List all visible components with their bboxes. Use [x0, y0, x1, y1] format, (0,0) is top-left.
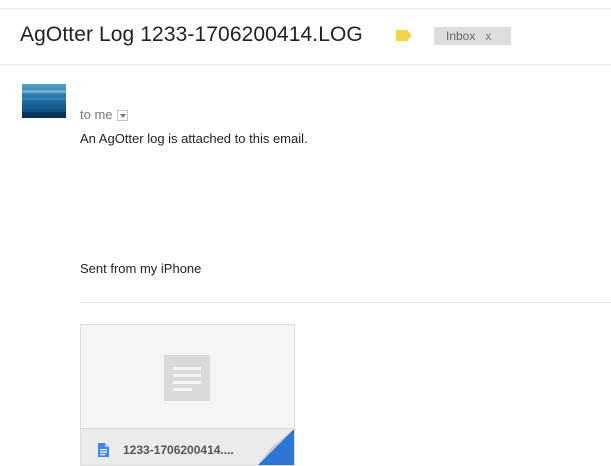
chevron-down-icon[interactable] — [116, 110, 128, 121]
email-body-text: An AgOtter log is attached to this email… — [80, 131, 308, 146]
remove-label-button[interactable]: x — [485, 29, 491, 43]
document-icon — [98, 443, 109, 457]
sender-avatar[interactable] — [22, 84, 66, 118]
document-preview-icon — [164, 355, 210, 401]
inbox-label-chip: Inbox x — [434, 27, 511, 45]
attachment-divider — [80, 302, 611, 303]
email-subject: AgOtter Log 1233-1706200414.LOG — [20, 23, 363, 46]
header-divider — [0, 64, 611, 65]
attachment-card[interactable]: 1233-1706200414.... — [80, 324, 295, 466]
label-tag-icon[interactable] — [396, 30, 412, 41]
attachment-corner-fold-icon — [258, 429, 294, 465]
attachment-filename[interactable]: 1233-1706200414.... — [123, 443, 234, 457]
email-signature: Sent from my iPhone — [80, 261, 202, 276]
attachment-thumbnail[interactable] — [81, 325, 294, 427]
recipient-text: to me — [80, 107, 113, 122]
recipient-line: to me — [80, 107, 128, 122]
inbox-label-text: Inbox — [446, 29, 476, 43]
top-divider — [0, 8, 611, 9]
